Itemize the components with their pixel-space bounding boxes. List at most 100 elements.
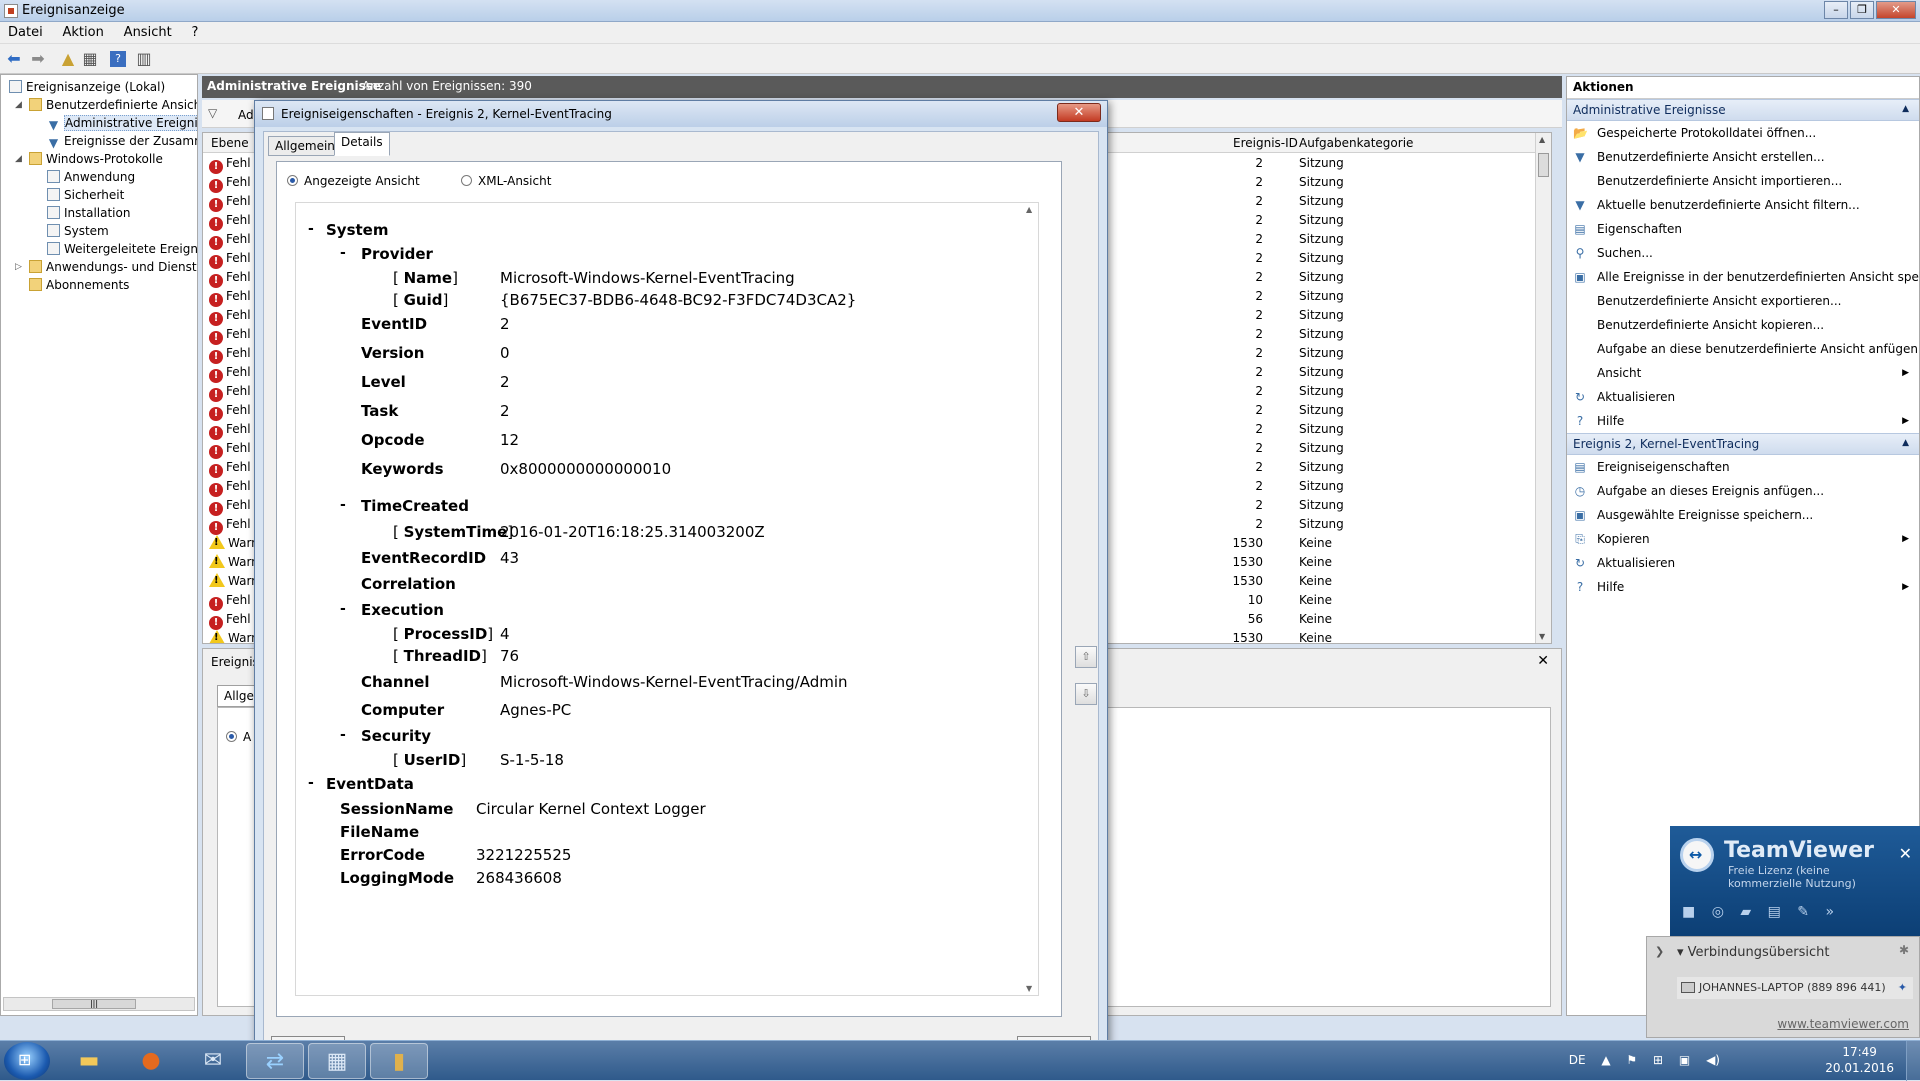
action-item[interactable]: ▼ Aktuelle benutzerdefinierte Ansicht fil…: [1567, 193, 1919, 217]
menu-view[interactable]: Ansicht: [116, 22, 180, 43]
action-item[interactable]: Benutzerdefinierte Ansicht kopieren...: [1567, 313, 1919, 337]
properties-taskbar-icon[interactable]: ▮: [370, 1043, 428, 1079]
action-item[interactable]: ⚲ Suchen...: [1567, 241, 1919, 265]
collapse-icon[interactable]: ◢: [15, 97, 22, 114]
expand-icon[interactable]: ❯: [1655, 945, 1664, 958]
action-item[interactable]: ↻ Aktualisieren: [1567, 551, 1919, 575]
action-item[interactable]: Benutzerdefinierte Ansicht importieren..…: [1567, 169, 1919, 193]
firefox-taskbar-icon[interactable]: ●: [122, 1043, 180, 1079]
collapse-toggle[interactable]: -: [340, 727, 346, 743]
video-icon[interactable]: ■: [1682, 904, 1695, 920]
close-window-button[interactable]: ✕: [1876, 1, 1916, 19]
tree-item-system[interactable]: System: [47, 223, 109, 240]
tree-item-summary-events[interactable]: ▼Ereignisse der Zusammenfassung: [47, 133, 197, 150]
actions-section-event[interactable]: Ereignis 2, Kernel-EventTracing ▲: [1567, 433, 1919, 455]
action-item[interactable]: Benutzerdefinierte Ansicht exportieren..…: [1567, 289, 1919, 313]
help-icon[interactable]: ?: [110, 51, 126, 67]
collapse-toggle[interactable]: -: [340, 601, 346, 617]
action-item[interactable]: ▣ Alle Ereignisse in der benutzerdefinier…: [1567, 265, 1919, 289]
connection-overview-title[interactable]: ▾ Verbindungsübersicht: [1677, 945, 1829, 960]
tray-expand-icon[interactable]: ▲: [1601, 1053, 1610, 1067]
windows-icon[interactable]: ⊞: [1653, 1053, 1663, 1067]
action-item[interactable]: ▣ Ausgewählte Ereignisse speichern...: [1567, 503, 1919, 527]
headset-icon[interactable]: ◎: [1712, 904, 1724, 920]
tree-item-app-services-logs[interactable]: ▷ Anwendungs- und Dienstprotokolle: [15, 259, 197, 276]
teamviewer-link[interactable]: www.teamviewer.com: [1777, 1017, 1909, 1031]
collapse-icon[interactable]: ◢: [15, 151, 22, 168]
collapse-caret-icon[interactable]: ▲: [1902, 104, 1909, 114]
tree-horizontal-scrollbar[interactable]: |||: [3, 997, 195, 1011]
menu-action[interactable]: Aktion: [55, 22, 112, 43]
more-icon[interactable]: »: [1825, 904, 1834, 920]
scroll-up-icon[interactable]: ▲: [1026, 205, 1032, 214]
show-hide-tree-icon[interactable]: ▦: [80, 49, 100, 69]
collapse-toggle[interactable]: -: [340, 245, 346, 261]
scrollbar-thumb[interactable]: [1538, 153, 1549, 177]
action-item[interactable]: Ansicht ▶: [1567, 361, 1919, 385]
column-header-task-category[interactable]: Aufgabenkategorie: [1299, 136, 1413, 150]
start-button[interactable]: ⊞: [4, 1042, 50, 1080]
action-item[interactable]: ↻ Aktualisieren: [1567, 385, 1919, 409]
action-item[interactable]: ▤ Ereigniseigenschaften: [1567, 455, 1919, 479]
action-item[interactable]: ◷ Aufgabe an dieses Ereignis anfügen...: [1567, 479, 1919, 503]
action-item[interactable]: ⎘ Kopieren ▶: [1567, 527, 1919, 551]
flag-icon[interactable]: ⚑: [1626, 1053, 1637, 1067]
network-icon[interactable]: ▣: [1679, 1053, 1690, 1067]
close-dialog-button[interactable]: ✕: [1057, 103, 1101, 122]
files-icon[interactable]: ▤: [1768, 904, 1781, 920]
event-viewer-taskbar-icon[interactable]: ▦: [308, 1043, 366, 1079]
maximize-button[interactable]: ❐: [1850, 1, 1874, 19]
action-item[interactable]: ▤ Eigenschaften: [1567, 217, 1919, 241]
action-item[interactable]: ? Hilfe ▶: [1567, 575, 1919, 599]
explorer-taskbar-icon[interactable]: ▬: [60, 1043, 118, 1079]
collapse-toggle[interactable]: -: [308, 775, 314, 791]
action-item[interactable]: 📂 Gespeicherte Protokolldatei öffnen...: [1567, 121, 1919, 145]
tree-item-setup[interactable]: Installation: [47, 205, 130, 222]
tree-item-admin-events[interactable]: ▼Administrative Ereignisse: [47, 115, 197, 132]
tree-item-root[interactable]: Ereignisanzeige (Lokal): [9, 79, 165, 96]
connection-partner[interactable]: JOHANNES-LAPTOP (889 896 441) ✦: [1677, 977, 1913, 999]
scroll-down-icon[interactable]: ▼: [1539, 632, 1545, 641]
clock[interactable]: 17:49 20.01.2016: [1825, 1045, 1894, 1077]
previous-event-button[interactable]: ⇧: [1075, 646, 1097, 668]
next-event-button[interactable]: ⇩: [1075, 683, 1097, 705]
forward-arrow-icon[interactable]: ➡: [28, 49, 48, 69]
tree-item-forwarded-events[interactable]: Weitergeleitete Ereignisse: [47, 241, 197, 258]
gear-icon[interactable]: ✱: [1899, 943, 1909, 957]
pin-icon[interactable]: ✦: [1898, 977, 1907, 999]
show-hide-action-pane-icon[interactable]: ▥: [134, 49, 154, 69]
column-header-level[interactable]: Ebene: [211, 136, 249, 150]
tree-item-application[interactable]: Anwendung: [47, 169, 135, 186]
chat-icon[interactable]: ▰: [1740, 904, 1751, 920]
radio-friendly-view[interactable]: Angezeigte Ansicht: [287, 174, 420, 188]
up-folder-icon[interactable]: ▲: [58, 49, 78, 69]
minimize-button[interactable]: –: [1824, 1, 1848, 19]
preview-radio-friendly[interactable]: A: [226, 730, 251, 744]
menu-file[interactable]: Datei: [0, 22, 51, 43]
tab-details[interactable]: Details: [334, 132, 390, 156]
action-item[interactable]: ▼ Benutzerdefinierte Ansicht erstellen...: [1567, 145, 1919, 169]
action-item[interactable]: Aufgabe an diese benutzerdefinierte Ansi…: [1567, 337, 1919, 361]
column-header-event-id[interactable]: Ereignis-ID: [1233, 136, 1298, 150]
volume-icon[interactable]: ◀): [1706, 1053, 1720, 1067]
actions-section-admin-events[interactable]: Administrative Ereignisse ▲: [1567, 99, 1919, 121]
scroll-up-icon[interactable]: ▲: [1539, 135, 1545, 144]
tools-icon[interactable]: ✎: [1797, 904, 1809, 920]
scrollbar-thumb[interactable]: |||: [52, 999, 136, 1009]
table-vertical-scrollbar[interactable]: ▲ ▼: [1535, 133, 1551, 643]
expand-icon[interactable]: ▷: [15, 259, 22, 276]
tree-item-custom-views[interactable]: ◢ Benutzerdefinierte Ansichten: [15, 97, 197, 114]
tree-item-security[interactable]: Sicherheit: [47, 187, 124, 204]
tree-item-windows-logs[interactable]: ◢ Windows-Protokolle: [15, 151, 163, 168]
teamviewer-taskbar-icon[interactable]: ⇄: [246, 1043, 304, 1079]
language-indicator[interactable]: DE: [1569, 1053, 1586, 1067]
close-icon[interactable]: ✕: [1899, 844, 1912, 863]
action-item[interactable]: ? Hilfe ▶: [1567, 409, 1919, 433]
collapse-toggle[interactable]: -: [340, 497, 346, 513]
back-arrow-icon[interactable]: ⬅: [4, 49, 24, 69]
details-vertical-scrollbar[interactable]: ▲ ▼: [1024, 203, 1038, 995]
close-icon[interactable]: ✕: [1537, 653, 1549, 669]
show-desktop-button[interactable]: [1906, 1041, 1920, 1081]
menu-help[interactable]: ?: [184, 22, 207, 43]
collapse-toggle[interactable]: -: [308, 221, 314, 237]
